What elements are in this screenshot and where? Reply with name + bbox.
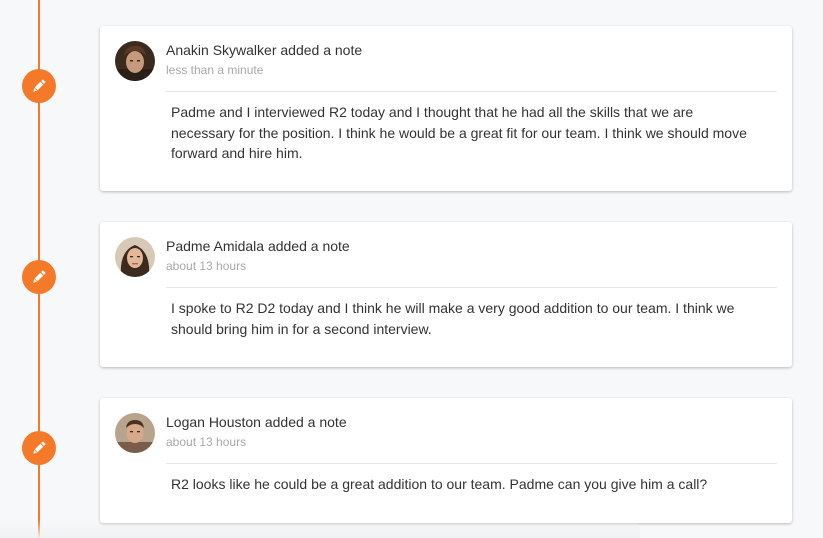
notes-timeline: Anakin Skywalker added a note less than … (0, 0, 823, 538)
note-timestamp: about 13 hours (166, 435, 247, 449)
bottom-fade-overlay (0, 520, 640, 538)
avatar[interactable] (115, 413, 155, 453)
note-action: added a note (267, 238, 350, 254)
note-author-line: Padme Amidala added a note (166, 238, 350, 254)
note-card: Padme Amidala added a note about 13 hour… (100, 222, 792, 367)
note-body: I spoke to R2 D2 today and I think he wi… (171, 300, 735, 337)
note-timestamp: less than a minute (166, 63, 264, 77)
divider (166, 91, 777, 92)
pencil-icon (33, 79, 46, 92)
note-card: Logan Houston added a note about 13 hour… (100, 398, 792, 523)
note-body: Padme and I interviewed R2 today and I t… (171, 104, 747, 161)
pencil-icon (33, 441, 46, 454)
note-author-line: Anakin Skywalker added a note (166, 42, 362, 58)
author-name[interactable]: Logan Houston (166, 414, 261, 430)
avatar[interactable] (115, 237, 155, 277)
note-marker-pencil-icon (22, 431, 56, 465)
note-timestamp: about 13 hours (166, 259, 247, 273)
author-name[interactable]: Anakin Skywalker (166, 42, 277, 58)
divider (166, 463, 777, 464)
avatar[interactable] (115, 41, 155, 81)
note-action: added a note (264, 414, 347, 430)
note-marker-pencil-icon (22, 260, 56, 294)
note-body: R2 looks like he could be a great additi… (171, 476, 708, 492)
note-author-line: Logan Houston added a note (166, 414, 347, 430)
note-marker-pencil-icon (22, 69, 56, 103)
pencil-icon (33, 270, 46, 283)
divider (166, 287, 777, 288)
author-name[interactable]: Padme Amidala (166, 238, 264, 254)
note-action: added a note (280, 42, 363, 58)
note-card: Anakin Skywalker added a note less than … (100, 26, 792, 191)
